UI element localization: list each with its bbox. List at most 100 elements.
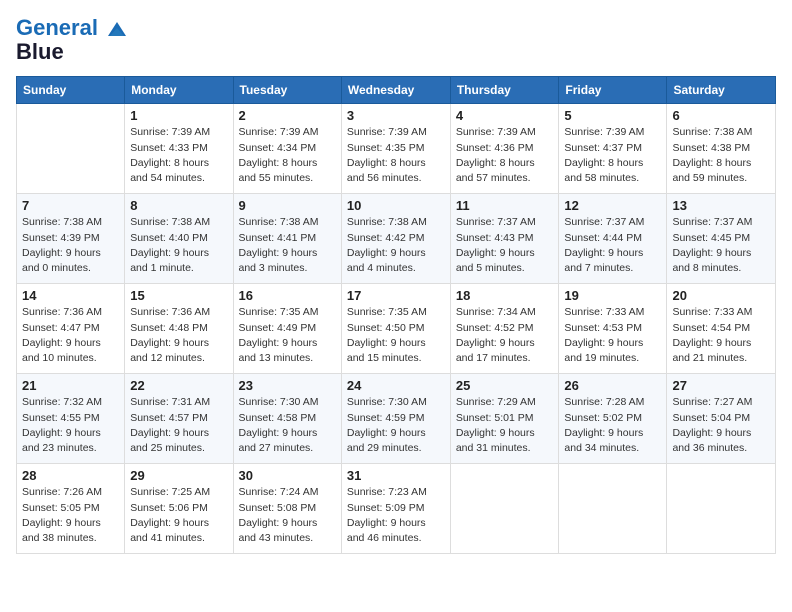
sunset-text: Sunset: 4:55 PM (22, 411, 119, 426)
sunset-text: Sunset: 4:57 PM (130, 411, 227, 426)
day-detail: Sunrise: 7:38 AMSunset: 4:41 PMDaylight:… (239, 215, 336, 276)
weekday-header: Wednesday (341, 77, 450, 104)
sunset-text: Sunset: 4:45 PM (672, 231, 770, 246)
sunrise-text: Sunrise: 7:39 AM (456, 125, 554, 140)
weekday-header: Saturday (667, 77, 776, 104)
calendar-cell: 31Sunrise: 7:23 AMSunset: 5:09 PMDayligh… (341, 464, 450, 554)
sunset-text: Sunset: 4:40 PM (130, 231, 227, 246)
sunset-text: Sunset: 4:36 PM (456, 141, 554, 156)
sunset-text: Sunset: 5:02 PM (564, 411, 661, 426)
day-detail: Sunrise: 7:38 AMSunset: 4:40 PMDaylight:… (130, 215, 227, 276)
day-number: 13 (672, 198, 770, 213)
sunrise-text: Sunrise: 7:27 AM (672, 395, 770, 410)
sunset-text: Sunset: 4:48 PM (130, 321, 227, 336)
calendar-cell: 9 Sunrise: 7:38 AMSunset: 4:41 PMDaylight… (233, 194, 341, 284)
sunset-text: Sunset: 4:59 PM (347, 411, 445, 426)
day-number: 16 (239, 288, 336, 303)
calendar-cell: 23 Sunrise: 7:30 AMSunset: 4:58 PMDayligh… (233, 374, 341, 464)
day-number: 23 (239, 378, 336, 393)
calendar-week-row: 7Sunrise: 7:38 AMSunset: 4:39 PMDaylight… (17, 194, 776, 284)
daylight-text: Daylight: 9 hours and 0 minutes. (22, 246, 119, 276)
sunset-text: Sunset: 4:52 PM (456, 321, 554, 336)
sunset-text: Sunset: 5:06 PM (130, 501, 227, 516)
calendar-body: 1Sunrise: 7:39 AMSunset: 4:33 PMDaylight… (17, 104, 776, 554)
sunset-text: Sunset: 4:47 PM (22, 321, 119, 336)
calendar-cell (450, 464, 559, 554)
day-number: 25 (456, 378, 554, 393)
sunrise-text: Sunrise: 7:25 AM (130, 485, 227, 500)
daylight-text: Daylight: 9 hours and 41 minutes. (130, 516, 227, 546)
sunset-text: Sunset: 4:50 PM (347, 321, 445, 336)
logo-blue: Blue (16, 40, 128, 64)
sunrise-text: Sunrise: 7:37 AM (456, 215, 554, 230)
daylight-text: Daylight: 9 hours and 4 minutes. (347, 246, 445, 276)
day-detail: Sunrise: 7:30 AMSunset: 4:58 PMDaylight:… (239, 395, 336, 456)
sunrise-text: Sunrise: 7:38 AM (672, 125, 770, 140)
day-detail: Sunrise: 7:35 AMSunset: 4:49 PMDaylight:… (239, 305, 336, 366)
day-detail: Sunrise: 7:36 AMSunset: 4:47 PMDaylight:… (22, 305, 119, 366)
daylight-text: Daylight: 9 hours and 13 minutes. (239, 336, 336, 366)
daylight-text: Daylight: 9 hours and 3 minutes. (239, 246, 336, 276)
sunrise-text: Sunrise: 7:33 AM (672, 305, 770, 320)
calendar-week-row: 1Sunrise: 7:39 AMSunset: 4:33 PMDaylight… (17, 104, 776, 194)
day-number: 7 (22, 198, 119, 213)
daylight-text: Daylight: 9 hours and 23 minutes. (22, 426, 119, 456)
day-number: 27 (672, 378, 770, 393)
day-number: 9 (239, 198, 336, 213)
daylight-text: Daylight: 8 hours and 58 minutes. (564, 156, 661, 186)
sunset-text: Sunset: 4:33 PM (130, 141, 227, 156)
day-detail: Sunrise: 7:33 AMSunset: 4:54 PMDaylight:… (672, 305, 770, 366)
day-number: 11 (456, 198, 554, 213)
sunset-text: Sunset: 4:42 PM (347, 231, 445, 246)
sunset-text: Sunset: 5:09 PM (347, 501, 445, 516)
daylight-text: Daylight: 9 hours and 36 minutes. (672, 426, 770, 456)
daylight-text: Daylight: 9 hours and 19 minutes. (564, 336, 661, 366)
weekday-header: Friday (559, 77, 667, 104)
day-number: 5 (564, 108, 661, 123)
day-detail: Sunrise: 7:39 AMSunset: 4:37 PMDaylight:… (564, 125, 661, 186)
sunrise-text: Sunrise: 7:34 AM (456, 305, 554, 320)
calendar-cell: 1Sunrise: 7:39 AMSunset: 4:33 PMDaylight… (125, 104, 233, 194)
daylight-text: Daylight: 9 hours and 34 minutes. (564, 426, 661, 456)
day-detail: Sunrise: 7:32 AMSunset: 4:55 PMDaylight:… (22, 395, 119, 456)
sunrise-text: Sunrise: 7:39 AM (347, 125, 445, 140)
calendar-cell: 16 Sunrise: 7:35 AMSunset: 4:49 PMDayligh… (233, 284, 341, 374)
day-number: 8 (130, 198, 227, 213)
calendar-cell: 20Sunrise: 7:33 AMSunset: 4:54 PMDayligh… (667, 284, 776, 374)
day-number: 15 (130, 288, 227, 303)
day-number: 18 (456, 288, 554, 303)
daylight-text: Daylight: 9 hours and 31 minutes. (456, 426, 554, 456)
sunrise-text: Sunrise: 7:38 AM (130, 215, 227, 230)
calendar-cell: 27 Sunrise: 7:27 AMSunset: 5:04 PMDayligh… (667, 374, 776, 464)
sunrise-text: Sunrise: 7:31 AM (130, 395, 227, 410)
day-detail: Sunrise: 7:37 AMSunset: 4:45 PMDaylight:… (672, 215, 770, 276)
calendar-cell: 2Sunrise: 7:39 AMSunset: 4:34 PMDaylight… (233, 104, 341, 194)
sunset-text: Sunset: 5:04 PM (672, 411, 770, 426)
weekday-header: Sunday (17, 77, 125, 104)
calendar-cell (667, 464, 776, 554)
calendar-cell: 10Sunrise: 7:38 AMSunset: 4:42 PMDayligh… (341, 194, 450, 284)
calendar-cell: 12Sunrise: 7:37 AMSunset: 4:44 PMDayligh… (559, 194, 667, 284)
calendar-cell (559, 464, 667, 554)
calendar-cell: 6Sunrise: 7:38 AMSunset: 4:38 PMDaylight… (667, 104, 776, 194)
page-header: General Blue (16, 16, 776, 64)
day-number: 14 (22, 288, 119, 303)
day-detail: Sunrise: 7:38 AMSunset: 4:42 PMDaylight:… (347, 215, 445, 276)
calendar-cell: 29Sunrise: 7:25 AMSunset: 5:06 PMDayligh… (125, 464, 233, 554)
sunrise-text: Sunrise: 7:26 AM (22, 485, 119, 500)
day-detail: Sunrise: 7:36 AMSunset: 4:48 PMDaylight:… (130, 305, 227, 366)
daylight-text: Daylight: 8 hours and 54 minutes. (130, 156, 227, 186)
sunrise-text: Sunrise: 7:29 AM (456, 395, 554, 410)
daylight-text: Daylight: 9 hours and 15 minutes. (347, 336, 445, 366)
sunrise-text: Sunrise: 7:24 AM (239, 485, 336, 500)
sunrise-text: Sunrise: 7:37 AM (564, 215, 661, 230)
sunset-text: Sunset: 4:38 PM (672, 141, 770, 156)
calendar-week-row: 21Sunrise: 7:32 AMSunset: 4:55 PMDayligh… (17, 374, 776, 464)
day-detail: Sunrise: 7:37 AMSunset: 4:44 PMDaylight:… (564, 215, 661, 276)
calendar-cell: 14 Sunrise: 7:36 AMSunset: 4:47 PMDayligh… (17, 284, 125, 374)
daylight-text: Daylight: 9 hours and 8 minutes. (672, 246, 770, 276)
weekday-header: Tuesday (233, 77, 341, 104)
sunset-text: Sunset: 4:58 PM (239, 411, 336, 426)
logo: General Blue (16, 16, 128, 64)
sunset-text: Sunset: 4:53 PM (564, 321, 661, 336)
